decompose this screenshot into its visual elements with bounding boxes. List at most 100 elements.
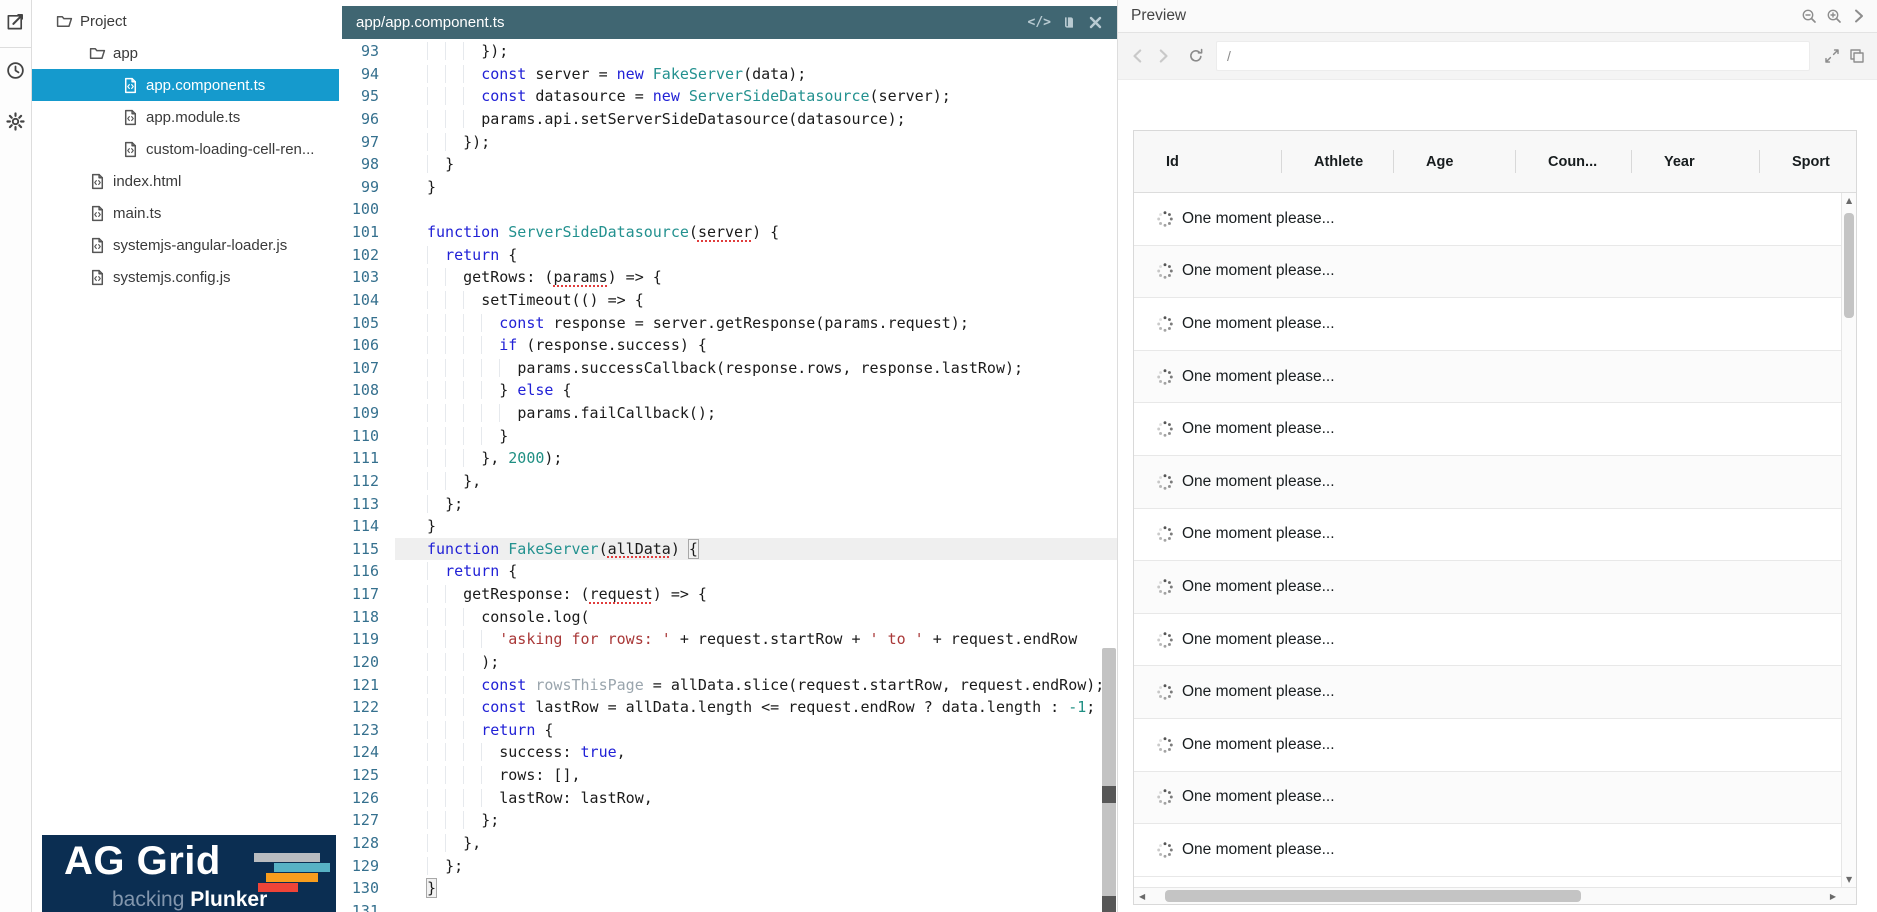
close-icon[interactable] bbox=[1088, 15, 1103, 30]
code-token: lastRow: lastRow, bbox=[499, 788, 653, 807]
code-line: 96 params.api.setServerSideDatasource(da… bbox=[339, 108, 1117, 131]
code-token: { bbox=[499, 245, 518, 264]
code-line: 124 success: true, bbox=[339, 741, 1117, 764]
indent-guides bbox=[427, 87, 482, 106]
code-token: ( bbox=[598, 539, 608, 558]
history-icon[interactable] bbox=[0, 53, 31, 87]
loading-text: One moment please... bbox=[1182, 472, 1335, 490]
code-line-text: getResponse: (request) => { bbox=[395, 583, 1117, 606]
code-line-text: if (response.success) { bbox=[395, 334, 1117, 357]
ag-grid-sponsor-banner[interactable]: AG Grid backing Plunker bbox=[42, 835, 336, 912]
compose-icon[interactable] bbox=[0, 4, 31, 38]
code-line-text: } bbox=[395, 176, 1117, 199]
preview-url-field[interactable]: / bbox=[1216, 41, 1810, 71]
code-line: 119 'asking for rows: ' + request.startR… bbox=[339, 628, 1117, 651]
indent-guides bbox=[427, 652, 482, 671]
code-line: 110 } bbox=[339, 425, 1117, 448]
forward-icon[interactable] bbox=[1155, 48, 1171, 64]
tagline-prefix: backing bbox=[112, 888, 191, 911]
code-line: 102 return { bbox=[339, 244, 1117, 267]
scroll-up-icon[interactable]: ▲ bbox=[1846, 196, 1852, 205]
code-token: true bbox=[580, 743, 617, 762]
grid-header-cell[interactable]: Coun... bbox=[1516, 131, 1632, 192]
scroll-right-icon[interactable]: ▶ bbox=[1830, 892, 1836, 901]
zoom-in-icon[interactable] bbox=[1826, 8, 1842, 24]
grid-loading-row: One moment please... bbox=[1134, 245, 1841, 299]
code-line-text: const response = server.getResponse(para… bbox=[395, 312, 1117, 335]
loading-spinner-icon bbox=[1156, 420, 1182, 438]
code-area[interactable]: 93 }); 94 const server = new FakeServer(d… bbox=[339, 40, 1117, 912]
code-token: ); bbox=[544, 449, 563, 468]
tree-item[interactable]: app.component.ts bbox=[32, 69, 339, 101]
file-icon bbox=[122, 141, 146, 158]
code-line: 97 }); bbox=[339, 131, 1117, 154]
indent-guides bbox=[427, 426, 500, 445]
loading-spinner-icon bbox=[1156, 736, 1182, 754]
code-line: 116 return { bbox=[339, 560, 1117, 583]
tree-item[interactable]: custom-loading-cell-ren... bbox=[32, 133, 339, 165]
code-token: }; bbox=[445, 494, 464, 513]
code-token: setTimeout(() => { bbox=[481, 290, 644, 309]
loading-text: One moment please... bbox=[1182, 420, 1335, 438]
code-token: ServerSideDatasource bbox=[508, 223, 689, 241]
scroll-down-icon[interactable]: ▼ bbox=[1846, 875, 1852, 884]
code-line-text: } bbox=[395, 877, 1117, 900]
docs-icon[interactable] bbox=[1062, 15, 1077, 30]
tree-item[interactable]: app bbox=[32, 37, 339, 69]
grid-vscroll-thumb[interactable] bbox=[1844, 213, 1854, 318]
code-toggle-icon[interactable]: </> bbox=[1028, 15, 1051, 30]
editor-vertical-scrollbar-thumb[interactable] bbox=[1102, 648, 1116, 912]
code-token: getRows: ( bbox=[463, 268, 554, 287]
refresh-icon[interactable] bbox=[1188, 48, 1204, 64]
code-token: if bbox=[499, 336, 518, 355]
file-icon bbox=[89, 173, 113, 190]
loading-spinner-icon bbox=[1156, 788, 1182, 806]
grid-body: One moment please... One moment please...… bbox=[1134, 193, 1841, 887]
file-icon bbox=[122, 109, 146, 126]
tree-item[interactable]: index.html bbox=[32, 165, 339, 197]
tree-item[interactable]: app.module.ts bbox=[32, 101, 339, 133]
zoom-out-icon[interactable] bbox=[1801, 8, 1817, 24]
code-token: const bbox=[481, 64, 527, 83]
loading-spinner-icon bbox=[1156, 210, 1182, 228]
settings-icon[interactable] bbox=[0, 104, 31, 138]
indent-guides bbox=[427, 109, 482, 128]
indent-guides bbox=[427, 336, 500, 355]
line-number: 113 bbox=[351, 494, 379, 513]
grid-header-cell[interactable]: Athlete bbox=[1282, 131, 1394, 192]
editor-header-icons: </> bbox=[1028, 15, 1103, 30]
collapse-panel-icon[interactable] bbox=[1851, 8, 1867, 24]
banner-tagline: backing Plunker bbox=[112, 888, 267, 912]
loading-text: One moment please... bbox=[1182, 788, 1335, 806]
line-number: 123 bbox=[351, 720, 379, 739]
line-number: 130 bbox=[351, 879, 379, 898]
grid-header-cell[interactable]: Age bbox=[1394, 131, 1516, 192]
code-line: 114} bbox=[339, 515, 1117, 538]
line-number: 124 bbox=[351, 743, 379, 762]
back-icon[interactable] bbox=[1130, 48, 1146, 64]
grid-vertical-scrollbar[interactable]: ▲ ▼ bbox=[1841, 193, 1856, 887]
tree-item[interactable]: systemjs-angular-loader.js bbox=[32, 229, 339, 261]
indent-guides bbox=[427, 698, 482, 717]
grid-header-cell[interactable]: Sport bbox=[1760, 131, 1856, 192]
tree-item[interactable]: main.ts bbox=[32, 197, 339, 229]
code-line-text: }; bbox=[395, 493, 1117, 516]
scroll-left-icon[interactable]: ◀ bbox=[1139, 892, 1145, 901]
indent-guides bbox=[427, 833, 464, 852]
grid-header-cell[interactable]: Year bbox=[1632, 131, 1760, 192]
code-line: 126 lastRow: lastRow, bbox=[339, 787, 1117, 810]
code-token: params.failCallback(); bbox=[517, 404, 716, 422]
grid-horizontal-scrollbar[interactable]: ◀ ▶ bbox=[1134, 887, 1856, 904]
indent-guides bbox=[427, 743, 500, 762]
fullscreen-icon[interactable] bbox=[1824, 48, 1840, 64]
code-line: 123 return { bbox=[339, 719, 1117, 742]
copy-icon[interactable] bbox=[1849, 48, 1865, 64]
tree-item[interactable]: systemjs.config.js bbox=[32, 261, 339, 293]
indent-guides bbox=[427, 607, 482, 626]
grid-hscroll-thumb[interactable] bbox=[1165, 890, 1581, 902]
tree-item[interactable]: Project bbox=[32, 5, 339, 37]
grid-header-cell[interactable]: Id bbox=[1134, 131, 1282, 192]
code-token: 'asking for rows: ' bbox=[499, 630, 671, 649]
